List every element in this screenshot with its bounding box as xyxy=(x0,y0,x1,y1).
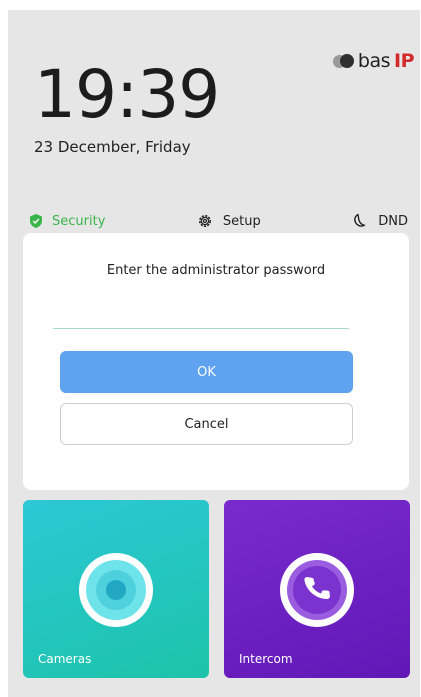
phone-icon xyxy=(280,553,354,627)
home-screen: bas IP 19:39 23 December, Friday Security… xyxy=(8,10,420,697)
status-row: Security Setup DND xyxy=(30,213,408,229)
clock-time: 19:39 xyxy=(34,56,220,133)
bas-ip-logo: bas IP xyxy=(332,50,415,72)
logo-mark-icon xyxy=(332,54,354,68)
setup-button[interactable]: Setup xyxy=(197,213,261,229)
clock-date: 23 December, Friday xyxy=(34,138,191,156)
camera-lens-icon xyxy=(79,553,153,627)
setup-label: Setup xyxy=(222,213,261,229)
password-input[interactable] xyxy=(53,292,349,329)
cancel-button[interactable]: Cancel xyxy=(60,403,353,445)
intercom-label: Intercom xyxy=(239,652,293,666)
logo-text: bas xyxy=(357,50,391,72)
ok-button[interactable]: OK xyxy=(60,351,353,393)
moon-icon xyxy=(354,213,366,227)
intercom-tile[interactable]: Intercom xyxy=(224,500,410,678)
dnd-button[interactable]: DND xyxy=(352,213,408,229)
shield-icon xyxy=(30,214,42,228)
cameras-tile[interactable]: Cameras xyxy=(23,500,209,678)
gear-icon xyxy=(198,215,211,227)
cameras-label: Cameras xyxy=(38,652,92,666)
security-label: Security xyxy=(52,213,106,229)
dnd-label: DND xyxy=(378,213,408,229)
logo-ip-text: IP xyxy=(394,50,415,72)
security-button[interactable]: Security xyxy=(30,214,105,229)
dialog-title: Enter the administrator password xyxy=(106,263,326,278)
